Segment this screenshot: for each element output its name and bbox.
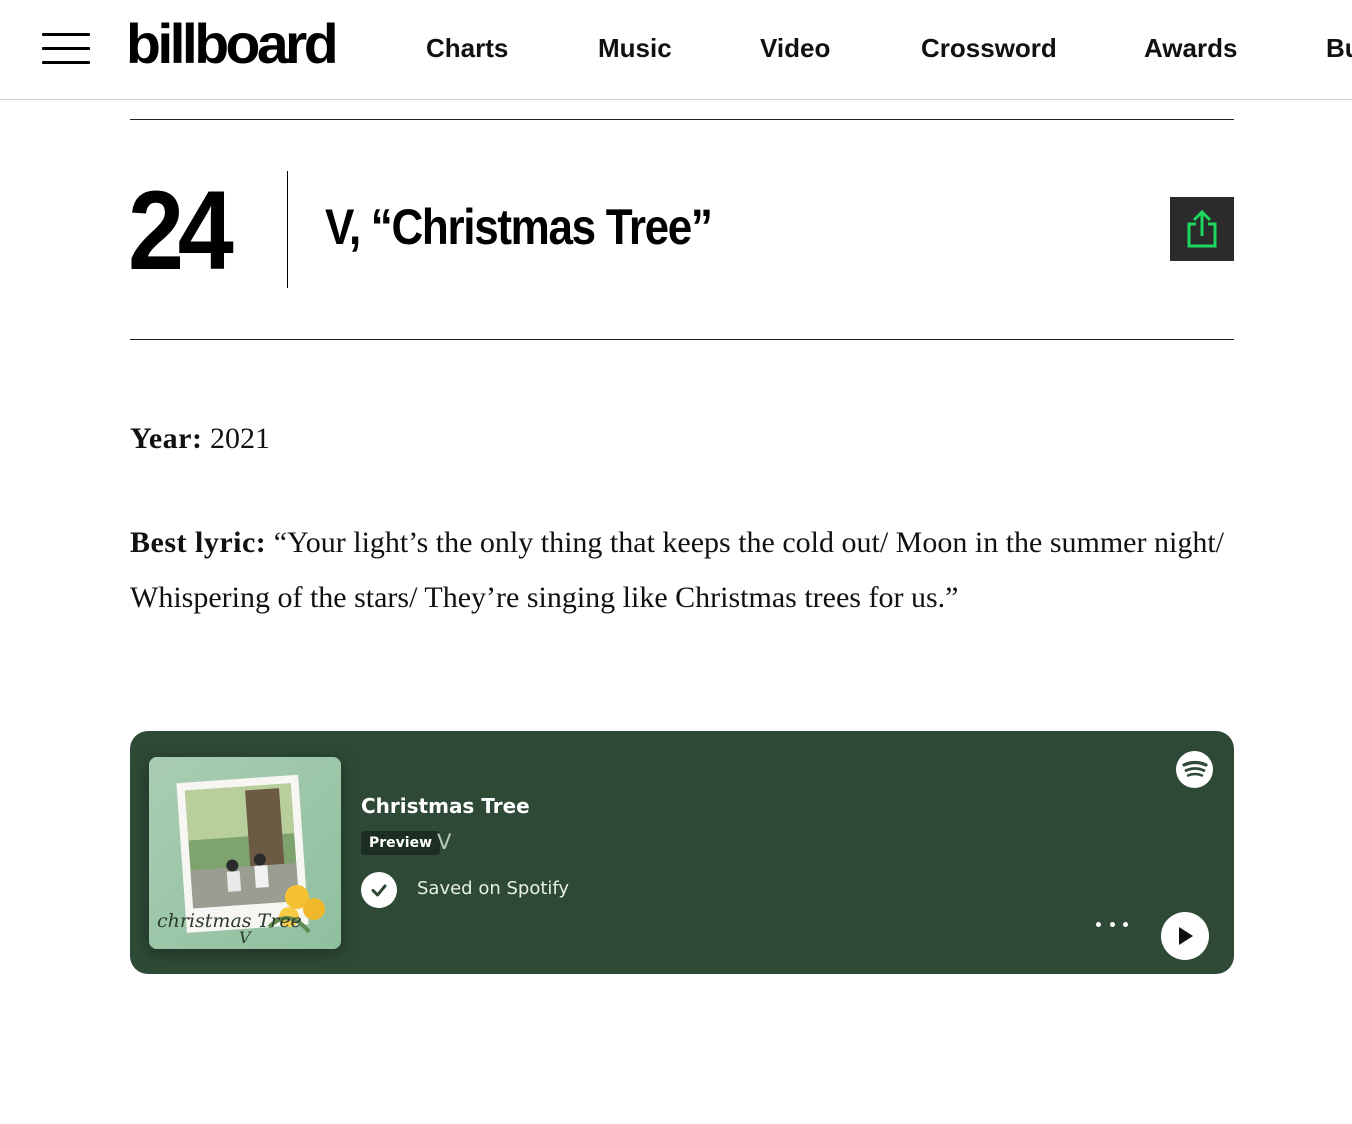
- nav-crossword[interactable]: Crossword: [921, 34, 1057, 63]
- play-icon: [1179, 927, 1193, 945]
- top-navigation: billboard Charts Music Video Crossword A…: [0, 0, 1352, 100]
- nav-charts[interactable]: Charts: [426, 34, 508, 63]
- share-icon: [1187, 209, 1217, 248]
- top-divider: [130, 119, 1234, 120]
- cover-artist-sign: V: [239, 928, 252, 947]
- entry-title: V, “Christmas Tree”: [325, 199, 713, 255]
- nav-music[interactable]: Music: [598, 34, 672, 63]
- best-lyric-text: “Your light’s the only thing that keeps …: [130, 526, 1224, 614]
- rank-number: 24: [128, 168, 234, 293]
- year-value: 2021: [209, 422, 270, 455]
- share-button[interactable]: [1170, 197, 1234, 261]
- more-options-icon[interactable]: [1094, 917, 1130, 931]
- preview-badge: Preview: [361, 831, 441, 855]
- hamburger-menu-icon[interactable]: [42, 33, 90, 65]
- track-title[interactable]: Christmas Tree: [361, 794, 530, 818]
- track-artist[interactable]: V: [437, 829, 451, 855]
- best-lyric-label: Best lyric:: [130, 526, 267, 559]
- year-label: Year:: [130, 422, 203, 455]
- nav-business-truncated[interactable]: Bu: [1326, 34, 1352, 63]
- album-cover[interactable]: christmas Tree V: [149, 757, 341, 949]
- rank-divider: [287, 171, 288, 288]
- billboard-logo[interactable]: billboard: [126, 16, 339, 72]
- spotify-logo-icon[interactable]: [1176, 751, 1213, 788]
- spotify-embed[interactable]: christmas Tree V Christmas Tree Preview …: [130, 731, 1234, 974]
- cover-title-text: christmas Tree: [157, 910, 302, 932]
- saved-check-icon[interactable]: [361, 872, 397, 908]
- title-bottom-divider: [130, 339, 1234, 340]
- best-lyric-paragraph: Best lyric: “Your light’s the only thing…: [130, 515, 1240, 625]
- nav-awards[interactable]: Awards: [1144, 34, 1237, 63]
- play-button[interactable]: [1161, 912, 1209, 960]
- saved-status-text: Saved on Spotify: [417, 878, 570, 899]
- nav-video[interactable]: Video: [760, 34, 830, 63]
- year-line: Year: 2021: [130, 411, 270, 466]
